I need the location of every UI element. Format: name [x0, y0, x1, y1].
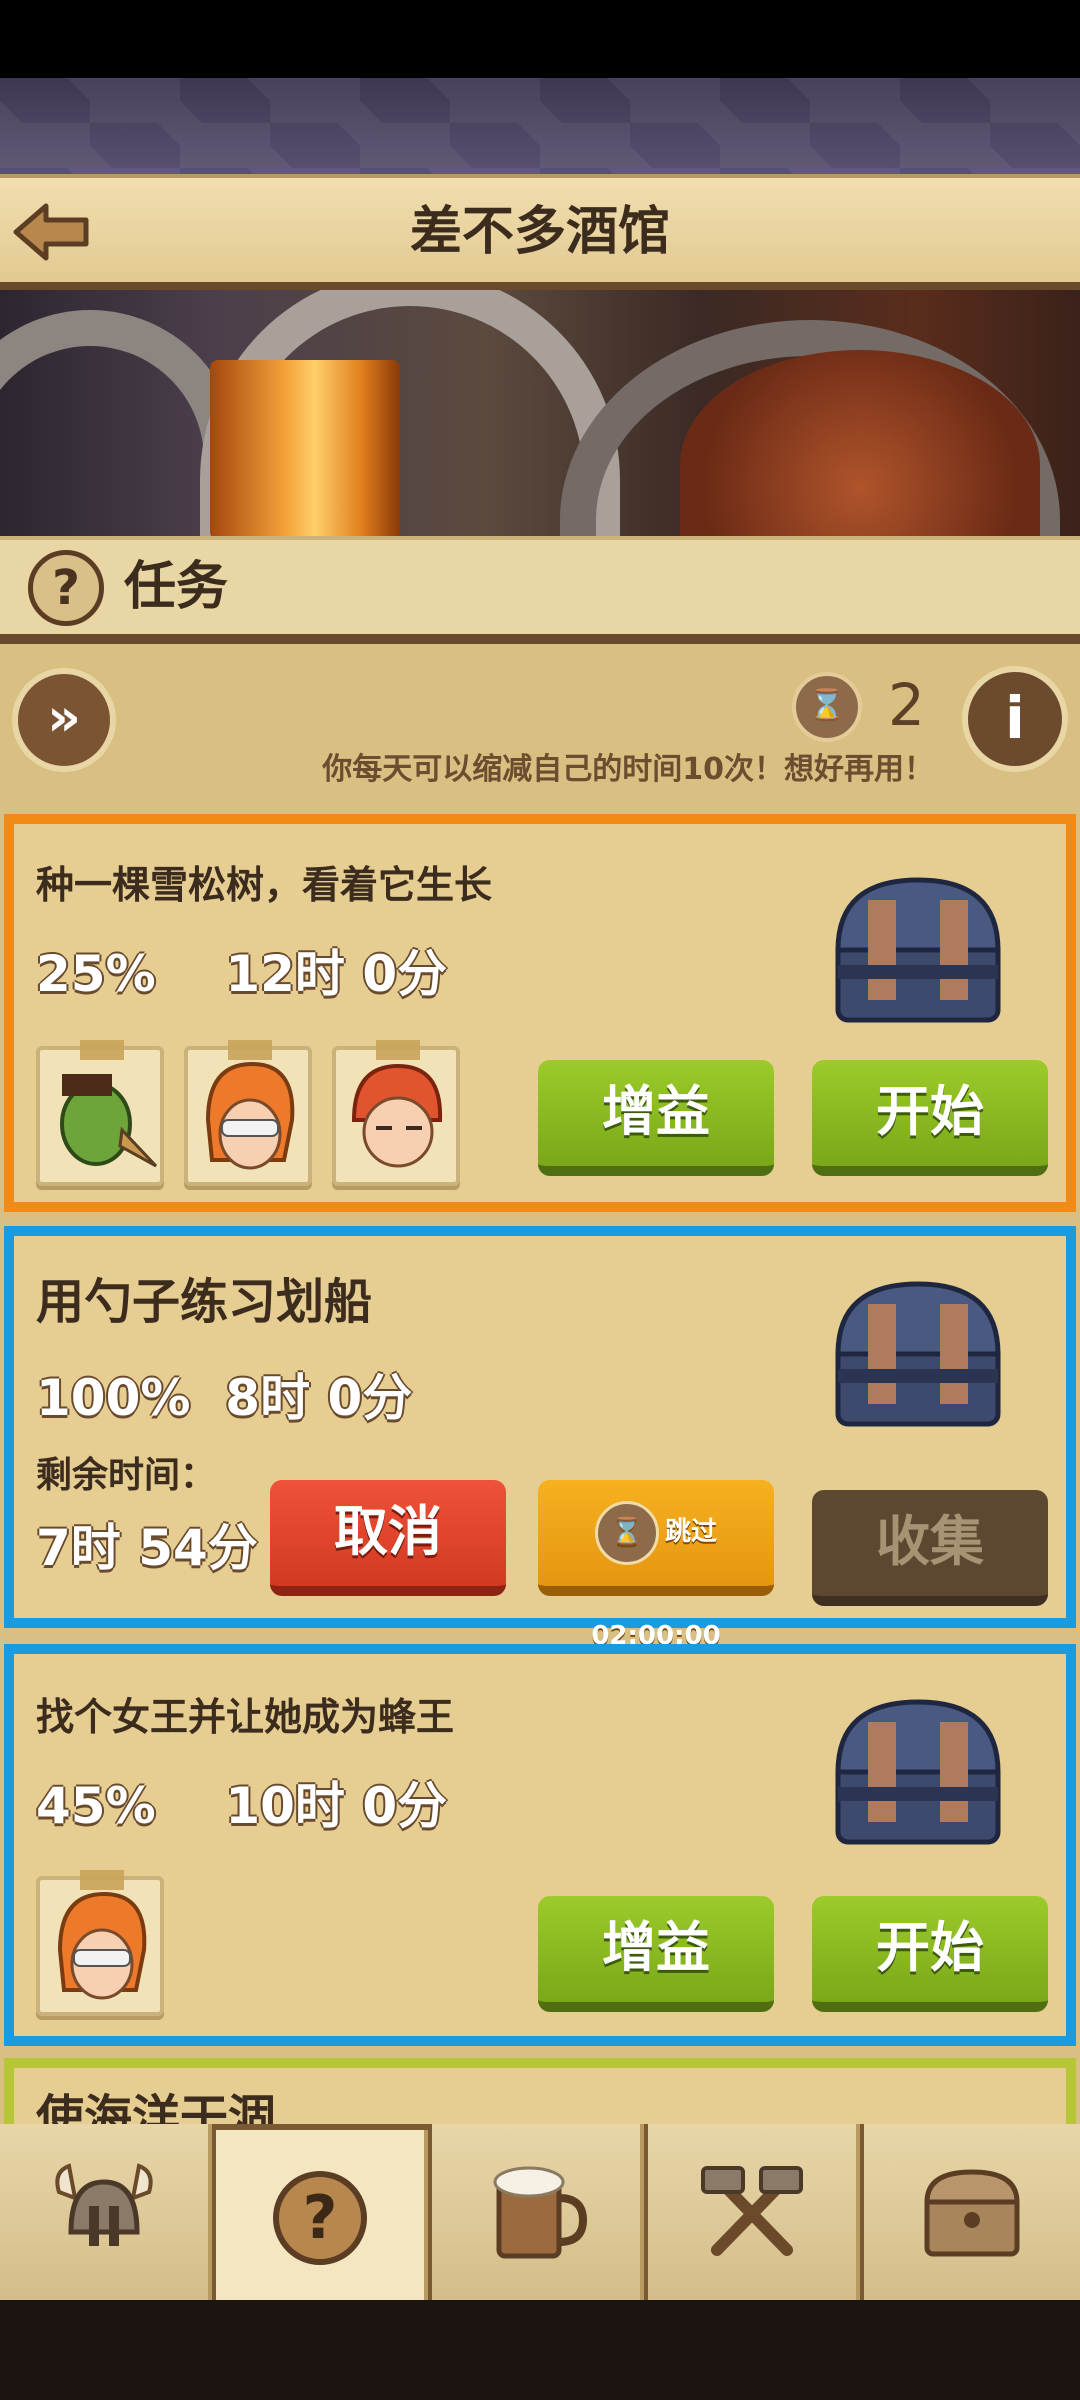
quest-stats: 100% 8时 0分	[36, 1358, 412, 1430]
quest-stats: 25% 12时 0分	[36, 934, 447, 1006]
hero-portrait-girl[interactable]	[332, 1040, 460, 1186]
quest-success-percent: 45%	[36, 1777, 156, 1835]
quest-success-percent: 100%	[36, 1369, 191, 1427]
viking-helmet-icon	[49, 2162, 159, 2262]
elf-icon	[205, 1061, 295, 1170]
hero-portrait-goblin[interactable]	[36, 1040, 164, 1186]
quest-card: 种一棵雪松树，看着它生长 25% 12时 0分 增益 开始	[4, 814, 1076, 1212]
quest-success-percent: 25%	[36, 945, 156, 1003]
beer-mug-icon	[481, 2162, 591, 2262]
page-title: 差不多酒馆	[409, 202, 670, 262]
remaining-time-label: 剩余时间：	[36, 1455, 217, 1496]
remaining-time-value: 7时 54分	[36, 1519, 258, 1577]
elf-icon	[57, 1891, 147, 2000]
crossed-hammers-icon	[697, 2162, 807, 2262]
treasure-chest-icon	[917, 2162, 1027, 2262]
nav-tab-heroes[interactable]	[0, 2124, 212, 2300]
section-title: 任务	[124, 557, 229, 617]
quest-title: 找个女王并让她成为蜂王	[36, 1695, 455, 1739]
quest-title: 种一棵雪松树，看着它生长	[36, 863, 493, 907]
treasure-chest-icon[interactable]	[828, 1274, 1008, 1434]
beer-glass-illustration	[210, 360, 400, 536]
fast-forward-icon: »	[47, 688, 81, 748]
daily-limit-notice: 你每天可以缩减自己的时间10次！想好再用！	[322, 752, 934, 787]
start-button[interactable]: 开始	[812, 1896, 1048, 2012]
hero-portrait-elf[interactable]	[184, 1040, 312, 1186]
ceiling-decoration	[0, 78, 1080, 178]
cancel-button[interactable]: 取消	[270, 1480, 506, 1596]
quest-duration: 12时 0分	[225, 945, 448, 1003]
quest-stats: 45% 10时 0分	[36, 1766, 447, 1838]
treasure-chest-icon[interactable]	[828, 870, 1008, 1030]
hero-portrait-elf[interactable]	[36, 1870, 164, 2016]
ticket-count: 2	[888, 671, 925, 739]
svg-text:?: ?	[303, 2183, 338, 2253]
quest-card: 找个女王并让她成为蜂王 45% 10时 0分 增益 开始	[4, 1644, 1076, 2046]
info-button[interactable]: i	[962, 666, 1068, 772]
boost-button[interactable]: 增益	[538, 1896, 774, 2012]
girl-icon	[351, 1063, 443, 1168]
nav-tab-tavern[interactable]	[432, 2124, 644, 2300]
quest-title: 用勺子练习划船	[36, 1274, 373, 1330]
time-ticket-icon: ⌛	[792, 672, 862, 742]
bottom-edge	[0, 2300, 1080, 2400]
nav-tab-storage[interactable]	[864, 2124, 1080, 2300]
collect-button[interactable]: 收集	[812, 1490, 1048, 1606]
nav-tab-forge[interactable]	[648, 2124, 860, 2300]
quest-duration: 8时 0分	[225, 1369, 413, 1427]
quest-duration: 10时 0分	[225, 1777, 448, 1835]
skip-button[interactable]: ⌛ 跳过02:00:00	[538, 1480, 774, 1651]
treasure-chest-icon[interactable]	[828, 1692, 1008, 1852]
nav-tab-quests[interactable]: ?	[216, 2130, 428, 2306]
start-button[interactable]: 开始	[812, 1060, 1048, 1176]
question-icon[interactable]: ?	[28, 550, 104, 626]
quest-card: 用勺子练习划船 100% 8时 0分 剩余时间： 7时 54分 取消 ⌛ 跳过02…	[4, 1226, 1076, 1651]
tavern-banner-image	[0, 290, 1080, 536]
boost-button[interactable]: 增益	[538, 1060, 774, 1176]
time-ticket-icon: ⌛	[594, 1500, 659, 1565]
info-icon: i	[1005, 684, 1025, 752]
question-icon: ?	[265, 2168, 375, 2268]
goblin-icon	[60, 1074, 158, 1168]
